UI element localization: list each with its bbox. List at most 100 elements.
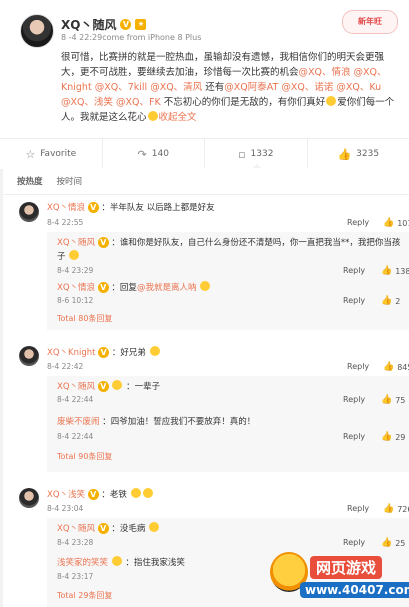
thumb-up-icon: 👍 (383, 504, 395, 514)
reply-time: 8-4 22:44 (57, 395, 94, 404)
post-author[interactable]: XQ丶随风 V ★ (61, 16, 147, 33)
replier-name[interactable]: XQ丶随风 (57, 238, 95, 248)
reply-button[interactable]: Reply (343, 296, 365, 305)
verified-icon: V (120, 19, 132, 30)
comment-item: XQ丶情浪 V ：半年队友 以后路上都是好友 8-4 22:55 Reply 👍… (3, 194, 409, 332)
thumb-up-icon: 👍 (381, 432, 393, 442)
avatar[interactable] (19, 488, 39, 508)
commenter-name[interactable]: XQ丶情浪 (47, 203, 85, 213)
avatar[interactable] (19, 346, 39, 366)
replier-name[interactable]: XQ丶情浪 (57, 283, 95, 293)
comment-time: 8-4 23:04 (47, 504, 84, 513)
reply-thread: XQ丶随风 V ：谁和你是好队友，自己什么身份还不清楚吗，你一直把我当**，我把… (47, 232, 409, 330)
reply-item: XQ丶随风 V ：谁和你是好队友，自己什么身份还不清楚吗，你一直把我当**，我把… (57, 237, 401, 262)
replier-name[interactable]: XQ丶随风 (57, 524, 95, 534)
thumb-up-icon: 👍 (383, 218, 395, 228)
post-meta: 8 -4 22:29come from iPhone 8 Plus (61, 33, 202, 42)
reply-button[interactable]: Reply (347, 504, 369, 513)
reply-time: 8-4 22:44 (57, 432, 94, 441)
comment-time: 8-4 22:42 (47, 362, 84, 371)
view-all-replies-link[interactable]: Total 29条回复 (57, 590, 112, 601)
sort-by-time-tab[interactable]: 按时间 (57, 175, 83, 187)
view-all-replies-link[interactable]: Total 80条回复 (57, 313, 112, 324)
watermark-title: 网页游戏 (310, 556, 383, 579)
reply-like-button[interactable]: 👍 25 (381, 538, 405, 548)
replier-name[interactable]: 浅笑家的笑笑 (57, 558, 108, 568)
grin-emoji-icon (149, 522, 160, 532)
like-button[interactable]: 👍 3235 (308, 139, 409, 169)
verified-icon: V (97, 381, 109, 392)
reply-button[interactable]: Reply (347, 362, 369, 371)
verified-icon: V (98, 347, 110, 358)
mention-link[interactable]: @XQ、清风 (150, 82, 202, 93)
sort-bar: 按热度 按时间 (3, 168, 409, 195)
author-name[interactable]: XQ丶随风 (61, 16, 116, 33)
replier-name[interactable]: 废柴不废闹 (57, 417, 100, 427)
grin-emoji-icon (149, 346, 160, 356)
thumb-up-icon: 👍 (381, 296, 393, 306)
mention-link[interactable]: @XQ、诺诺 (281, 82, 333, 93)
repost-icon: ↷ (137, 147, 147, 161)
reply-like-button[interactable]: 👍 138 (381, 266, 409, 276)
view-all-replies-link[interactable]: Total 90条回复 (57, 451, 112, 462)
reply-like-button[interactable]: 👍 2 (381, 296, 400, 306)
comment-time: 8-4 22:55 (47, 218, 84, 227)
reply-like-button[interactable]: 👍 29 (381, 432, 405, 442)
mention-link[interactable]: @XQ、浅笑 (61, 97, 113, 108)
mention-link[interactable]: @XQ阿泰AT (224, 82, 278, 93)
comment-text: ：老铁 (101, 490, 127, 500)
comment-like-button[interactable]: 👍 1017 (383, 218, 409, 228)
grin-emoji-icon (69, 250, 80, 260)
reply-like-button[interactable]: 👍 75 (381, 395, 405, 405)
reply-button[interactable]: Reply (343, 395, 365, 404)
mention-link[interactable]: @XQ、7kill (95, 82, 147, 93)
level-icon: ★ (135, 19, 147, 30)
weibo-post: XQ丶随风 V ★ 8 -4 22:29come from iPhone 8 P… (0, 0, 409, 138)
reply-item: 浅笑家的笑笑 ：指住我家浅笑 (57, 556, 185, 568)
commenter-name[interactable]: XQ丶浅笑 (47, 490, 85, 500)
comment-button[interactable]: ▫ 1332 (205, 139, 308, 169)
mention-link[interactable]: @XQ、Ku (336, 82, 381, 93)
reply-button[interactable]: Reply (347, 218, 369, 227)
reply-item: XQ丶随风 V ：没毛病 (57, 522, 160, 536)
post-action-bar: ☆ Favorite ↷ 140 ▫ 1332 👍 3235 (0, 138, 409, 169)
sort-by-hot-tab[interactable]: 按热度 (17, 175, 43, 187)
verified-icon: V (87, 489, 99, 500)
thumb-up-icon: 👍 (381, 395, 393, 405)
avatar[interactable] (19, 202, 39, 222)
thumb-up-icon: 👍 (383, 362, 395, 372)
verified-icon: V (97, 237, 109, 248)
reply-item: XQ丶随风 V ：一辈子 (57, 380, 161, 392)
watermark-url: www.40407.com (300, 582, 409, 598)
grin-emoji-icon (112, 380, 123, 390)
comment-like-button[interactable]: 👍 726 (383, 504, 409, 514)
reply-thread: XQ丶随风 V ：一辈子 8-4 22:44 Reply 👍 75 废柴不废闹 … (47, 376, 409, 472)
verified-icon: V (97, 523, 109, 534)
grin-emoji-icon (326, 96, 337, 106)
repost-button[interactable]: ↷ 140 (103, 139, 205, 169)
reply-button[interactable]: Reply (343, 538, 365, 547)
reply-button[interactable]: Reply (343, 432, 365, 441)
comment-icon: ▫ (238, 147, 246, 161)
reply-button[interactable]: Reply (343, 266, 365, 275)
reply-time: 8-4 23:17 (57, 572, 94, 581)
mention-link[interactable]: @XQ、情浪 (299, 67, 351, 78)
reply-time: 8-6 10:12 (57, 296, 94, 305)
reply-item: XQ丶情浪 V ：回复@我就是离人呐 (57, 281, 211, 295)
mention-link[interactable]: @XQ、FK (116, 97, 161, 108)
favorite-button[interactable]: ☆ Favorite (0, 139, 103, 169)
mention-link[interactable]: @我就是离人呐 (137, 283, 197, 293)
author-avatar[interactable] (20, 14, 54, 48)
collapse-link[interactable]: 收起全文 (159, 112, 197, 123)
thumb-up-icon: 👍 (381, 266, 393, 276)
reply-time: 8-4 23:28 (57, 538, 94, 547)
comment-text: ：好兄弟 (111, 348, 146, 358)
grin-emoji-icon (142, 488, 153, 498)
grin-emoji-icon (130, 488, 141, 498)
post-body: 很可惜，比赛拼的就是一腔热血，虽输却没有遗憾，我相信你们的明天会更强大，更不可战… (61, 52, 395, 123)
star-icon: ☆ (25, 147, 36, 161)
commenter-name[interactable]: XQ丶Knight (47, 348, 95, 358)
comment-like-button[interactable]: 👍 845 (383, 362, 409, 372)
reply-time: 8-4 23:29 (57, 266, 94, 275)
replier-name[interactable]: XQ丶随风 (57, 382, 95, 392)
